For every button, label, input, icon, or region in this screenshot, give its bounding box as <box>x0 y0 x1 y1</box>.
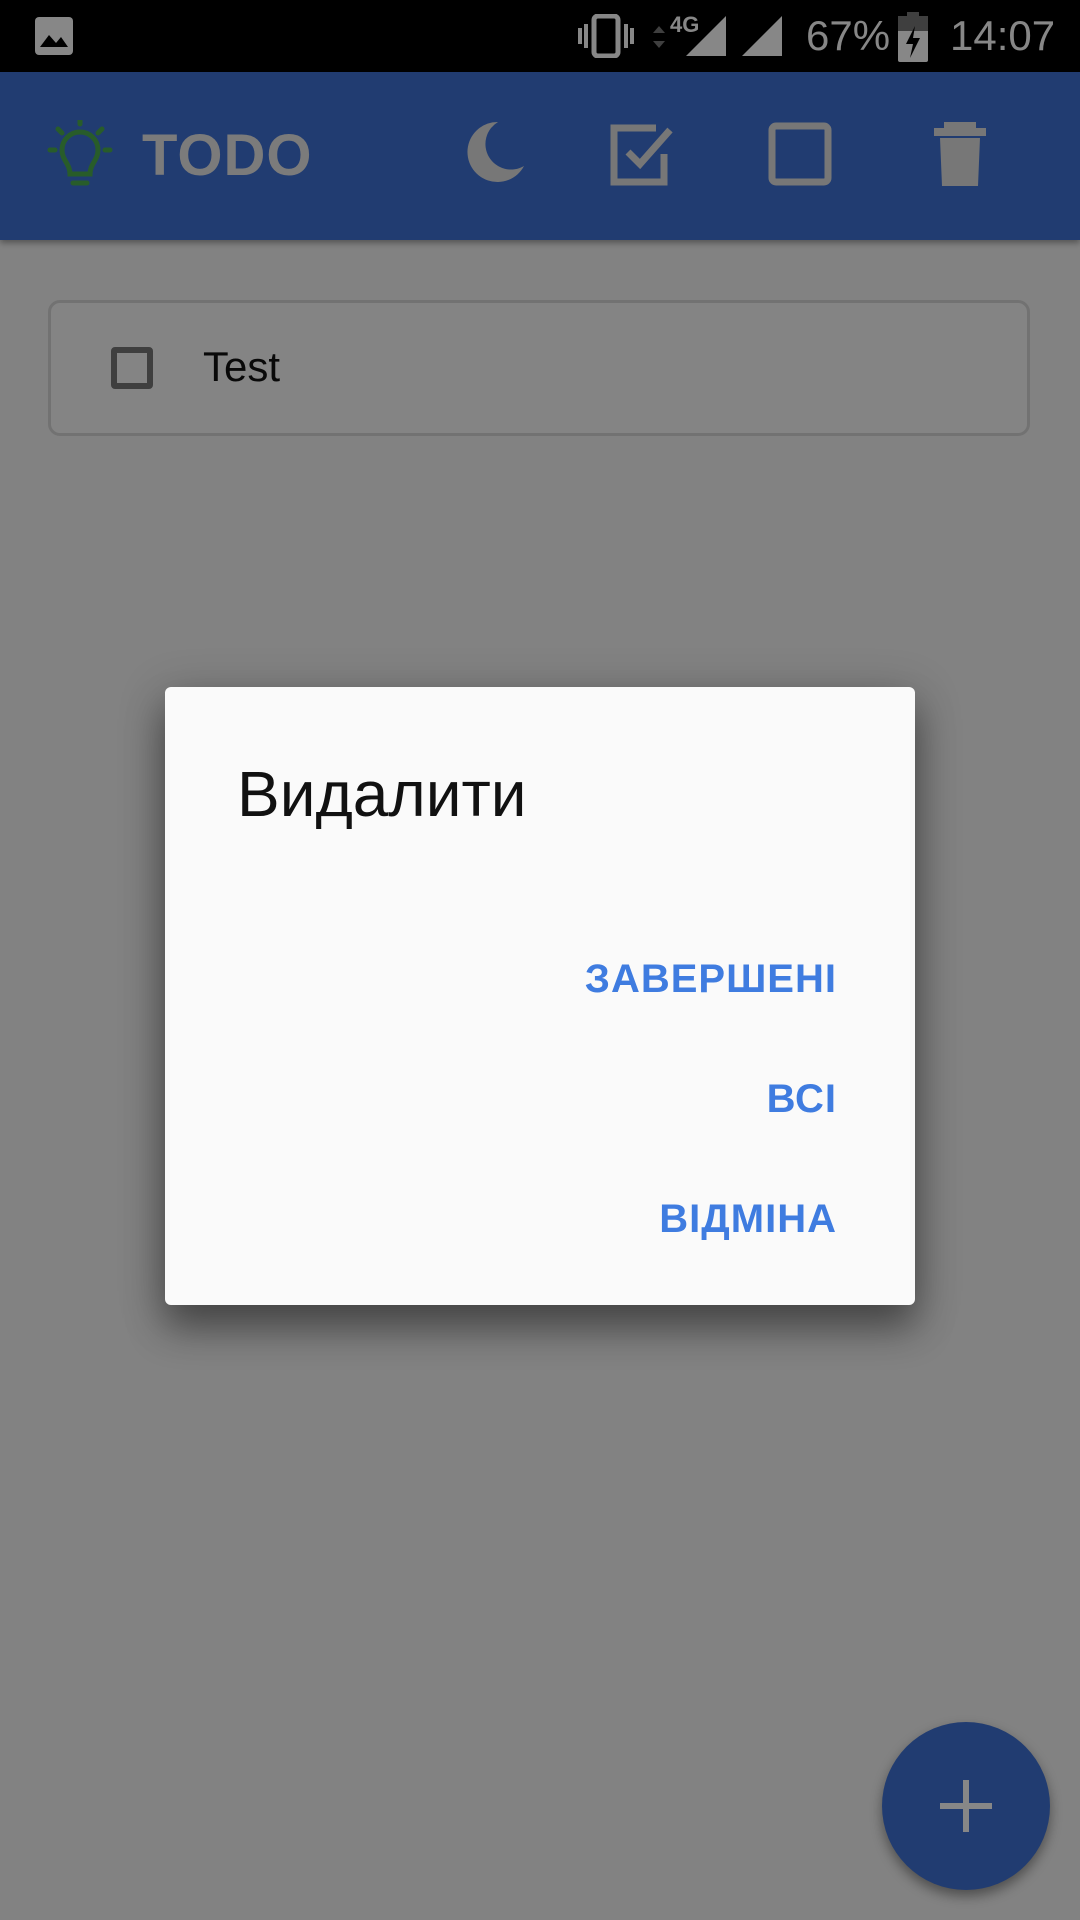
dialog-title: Видалити <box>237 758 527 830</box>
delete-completed-button[interactable]: ЗАВЕРШЕНІ <box>585 957 837 1002</box>
delete-all-button[interactable]: ВСІ <box>767 1077 837 1122</box>
delete-dialog: Видалити ЗАВЕРШЕНІ ВСІ ВІДМІНА <box>165 687 915 1305</box>
cancel-button[interactable]: ВІДМІНА <box>659 1197 837 1242</box>
